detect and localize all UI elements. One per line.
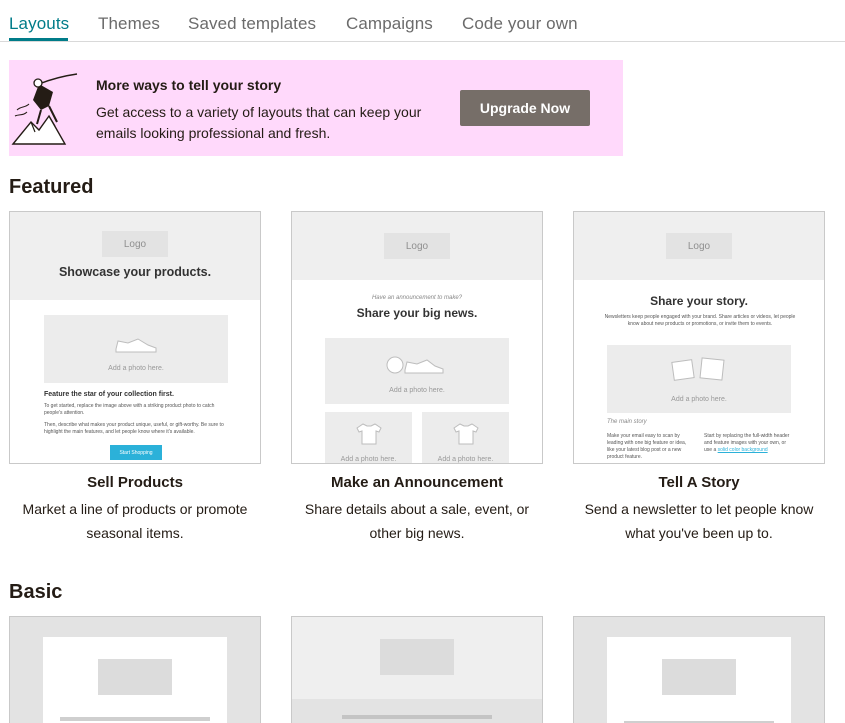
thumb-paragraph: To get started, replace the image above … bbox=[44, 403, 215, 416]
tab-campaigns[interactable]: Campaigns bbox=[346, 14, 433, 34]
thumb-photo-label: Add a photo here. bbox=[671, 396, 727, 403]
thumb-photo-placeholder: Add a photo here. bbox=[422, 412, 509, 463]
thumb-kicker: Have an announcement to make? bbox=[371, 295, 463, 301]
thumb-paragraph: Then, describe what makes your product u… bbox=[44, 422, 224, 435]
thumb-block bbox=[98, 659, 172, 695]
thumb-heading: Showcase your products. bbox=[58, 265, 212, 279]
thumb-header: Logo Showcase your products. bbox=[10, 212, 260, 300]
thumb-page bbox=[607, 637, 791, 723]
thumb-feature-title: Feature the star of your collection firs… bbox=[44, 391, 174, 398]
thumb-heading: Share your big news. bbox=[356, 306, 478, 320]
shoe-icon bbox=[115, 338, 157, 353]
card-title: Sell Products bbox=[87, 474, 183, 491]
layout-card-make-an-announcement[interactable]: Logo Have an announcement to make? Share… bbox=[291, 211, 543, 545]
thumb-column-left: Make your email easy to scan by leading … bbox=[607, 433, 687, 460]
featured-heading: Featured bbox=[9, 176, 94, 198]
thumb-main-story-label: The main story bbox=[607, 419, 647, 425]
thumb-block bbox=[380, 639, 454, 675]
thumb-photo-placeholder: Add a photo here. bbox=[607, 345, 791, 413]
thumb-block bbox=[662, 659, 736, 695]
thumb-column-right: Start by replacing the full-width header… bbox=[704, 433, 792, 454]
layout-card-sell-products[interactable]: Logo Showcase your products. Add a photo… bbox=[9, 211, 261, 545]
climber-illustration-icon bbox=[11, 73, 78, 145]
tab-saved-templates[interactable]: Saved templates bbox=[188, 14, 316, 34]
thumb-heading: Share your story. bbox=[650, 294, 748, 308]
photos-icon bbox=[671, 357, 725, 381]
tab-layouts[interactable]: Layouts bbox=[9, 14, 69, 34]
card-description: Send a newsletter to let people know wha… bbox=[584, 501, 814, 541]
shirt-icon bbox=[453, 423, 479, 445]
upgrade-now-button[interactable]: Upgrade Now bbox=[460, 90, 590, 126]
card-description: Share details about a sale, event, or ot… bbox=[304, 501, 530, 541]
thumb-photo-placeholder: Add a photo here. bbox=[325, 412, 412, 463]
layout-thumbnail[interactable]: Logo Share your story. Newsletters keep … bbox=[573, 211, 825, 464]
thumb-logo: Logo bbox=[102, 231, 168, 257]
layout-thumbnail[interactable] bbox=[9, 616, 261, 723]
upgrade-banner: More ways to tell your story Get access … bbox=[9, 60, 623, 156]
thumb-header bbox=[292, 617, 542, 699]
shirt-icon bbox=[356, 423, 382, 445]
thumb-header: Logo bbox=[574, 212, 824, 280]
thumb-page bbox=[43, 637, 227, 723]
thumb-logo: Logo bbox=[666, 233, 732, 259]
layout-card-basic-3[interactable] bbox=[573, 616, 825, 723]
basic-heading: Basic bbox=[9, 581, 63, 603]
thumb-photo-label: Add a photo here. bbox=[437, 456, 494, 463]
thumb-photo-label: Add a photo here. bbox=[108, 365, 164, 372]
active-tab-indicator bbox=[9, 38, 68, 41]
layout-thumbnail[interactable] bbox=[573, 616, 825, 723]
thumb-photo-label: Add a photo here. bbox=[340, 456, 397, 463]
thumb-header: Logo bbox=[292, 212, 542, 280]
thumb-photo-placeholder: Add a photo here. bbox=[44, 315, 228, 383]
banner-title: More ways to tell your story bbox=[96, 77, 282, 93]
thumb-bar bbox=[342, 715, 492, 719]
card-title: Make an Announcement bbox=[331, 474, 503, 491]
layout-card-basic-1[interactable] bbox=[9, 616, 261, 723]
thumb-intro: Newsletters keep people engaged with you… bbox=[604, 314, 796, 327]
layout-card-basic-2[interactable] bbox=[291, 616, 543, 723]
thumb-photo-label: Add a photo here. bbox=[389, 387, 445, 394]
thumb-photo-placeholder: Add a photo here. bbox=[325, 338, 509, 404]
banner-text: Get access to a variety of layouts that … bbox=[96, 104, 422, 141]
card-description: Market a line of products or promote sea… bbox=[22, 501, 248, 541]
template-tabs: Layouts Themes Saved templates Campaigns… bbox=[0, 0, 845, 42]
thumb-body bbox=[292, 699, 542, 723]
card-title: Tell A Story bbox=[658, 474, 740, 491]
sale-shoe-icon bbox=[386, 356, 444, 374]
thumb-start-shopping-button: Start Shopping bbox=[110, 445, 162, 460]
thumb-solid-color-link: solid color background bbox=[717, 447, 768, 453]
layout-thumbnail[interactable]: Logo Showcase your products. Add a photo… bbox=[9, 211, 261, 464]
layout-thumbnail[interactable] bbox=[291, 616, 543, 723]
tab-code-your-own[interactable]: Code your own bbox=[462, 14, 578, 34]
tab-themes[interactable]: Themes bbox=[98, 14, 160, 34]
layout-thumbnail[interactable]: Logo Have an announcement to make? Share… bbox=[291, 211, 543, 464]
thumb-logo: Logo bbox=[384, 233, 450, 259]
thumb-bar bbox=[60, 717, 210, 721]
layout-card-tell-a-story[interactable]: Logo Share your story. Newsletters keep … bbox=[573, 211, 825, 545]
